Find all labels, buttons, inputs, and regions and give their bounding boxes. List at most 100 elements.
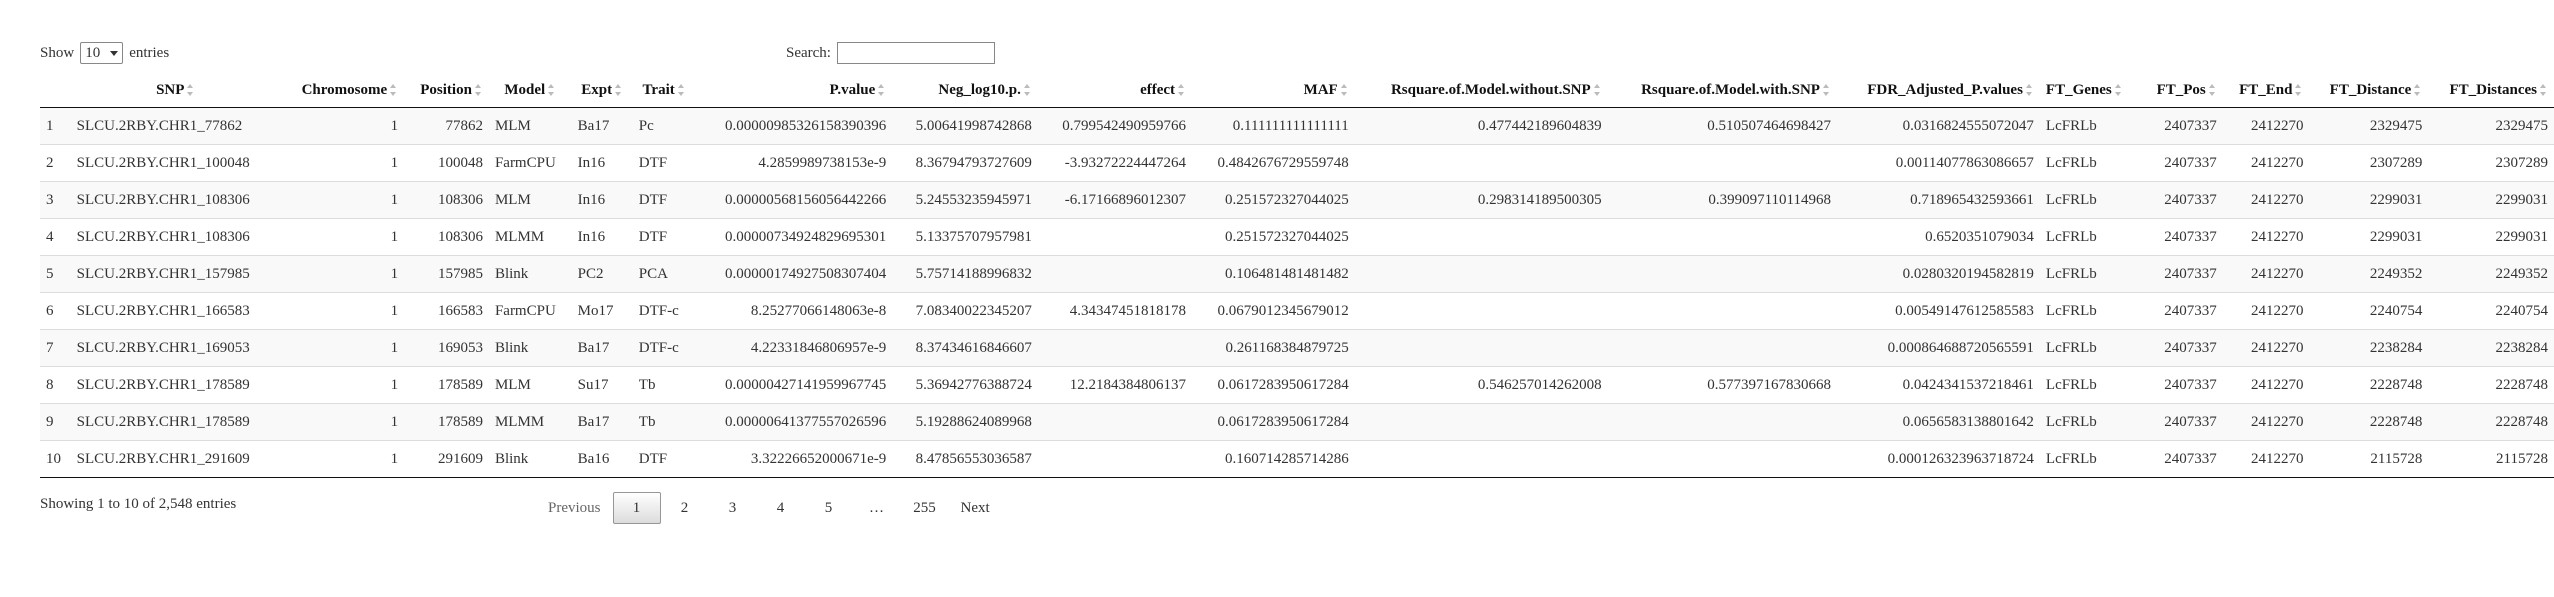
table-cell-fdr-adjusted-p-values: 0.00549147612585583	[1836, 292, 2040, 330]
column-header-effect[interactable]: effect	[1037, 73, 1193, 108]
sort-icon	[1340, 84, 1349, 97]
column-header-label: Trait	[642, 81, 675, 98]
table-cell-ft-pos: 2407337	[2140, 181, 2223, 219]
table-cell-p-value: 0.00000641377557026596	[695, 403, 893, 441]
table-cell-ft-pos: 2407337	[2140, 218, 2223, 256]
table-cell-effect: -3.93272224447264	[1037, 144, 1193, 182]
table-cell-snp: SLCU.2RBY.CHR1_166583	[70, 292, 281, 330]
table-cell-maf: 0.160714285714286	[1192, 440, 1355, 478]
table-body: 1 SLCU.2RBY.CHR1_77862 1 77862 MLM Ba17 Pc 0.00…	[40, 107, 2554, 478]
table-cell-fdr-adjusted-p-values: 0.718965432593661	[1836, 181, 2040, 219]
column-header-ft-distance[interactable]: FT_Distance	[2309, 73, 2429, 108]
table-cell-chromosome: 1	[280, 329, 405, 367]
pagination-ellipsis: …	[869, 500, 884, 516]
pagination: Previous 1 2 3 4 5 … 255 Next	[536, 492, 1002, 524]
column-header-expt[interactable]: Expt	[571, 73, 633, 108]
column-header-label: FT_Pos	[2156, 81, 2206, 98]
table-cell-chromosome: 1	[280, 440, 405, 478]
column-header-fdr-adjusted-p-values[interactable]: FDR_Adjusted_P.values	[1836, 73, 2040, 108]
table-cell-model: Blink	[488, 255, 572, 293]
table-cell-position: 108306	[404, 181, 489, 219]
sort-icon	[474, 84, 483, 97]
table-info: Showing 1 to 10 of 2,548 entries	[40, 496, 237, 512]
column-header-ft-end[interactable]: FT_End	[2222, 73, 2310, 108]
column-header-position[interactable]: Position	[404, 73, 489, 108]
table-cell-ft-pos: 2407337	[2140, 144, 2223, 182]
table-cell-ft-distances: 2228748	[2428, 403, 2554, 441]
table-cell-expt: Ba16	[571, 440, 633, 478]
table-cell-snp: SLCU.2RBY.CHR1_169053	[70, 329, 281, 367]
table-cell-neg-log10-p-: 8.47856553036587	[892, 440, 1038, 478]
table-cell-ft-distance: 2299031	[2309, 181, 2429, 219]
page-button-4[interactable]: 4	[757, 492, 805, 524]
table-cell-neg-log10-p-: 7.08340022345207	[892, 292, 1038, 330]
table-cell-rsquare-of-model-without-snp	[1354, 144, 1608, 182]
column-header-model[interactable]: Model	[488, 73, 572, 108]
table-cell-neg-log10-p-: 5.13375707957981	[892, 218, 1038, 256]
table-cell-model: FarmCPU	[488, 292, 572, 330]
column-header-rsquare-of-model-with-snp[interactable]: Rsquare.of.Model.with.SNP	[1607, 73, 1837, 108]
table-cell-maf: 0.484267672955974​8	[1192, 144, 1355, 182]
page-button-1[interactable]: 1	[612, 492, 661, 524]
table-cell-ft-genes: LcFRLb	[2039, 440, 2141, 478]
table-cell-model: Blink	[488, 440, 572, 478]
column-header-neg-log10-p-[interactable]: Neg_log10.p.	[892, 73, 1038, 108]
table-cell-index: 8	[40, 366, 71, 404]
table-cell-snp: SLCU.2RBY.CHR1_77862	[70, 107, 281, 145]
table-cell-ft-distance: 2299031	[2309, 218, 2429, 256]
table-cell-rsquare-of-model-with-snp	[1607, 440, 1837, 478]
column-header-ft-pos[interactable]: FT_Pos	[2140, 73, 2223, 108]
table-cell-ft-distance: 2240754	[2309, 292, 2429, 330]
table-cell-ft-genes: LcFRLb	[2039, 403, 2141, 441]
table-cell-snp: SLCU.2RBY.CHR1_178589	[70, 366, 281, 404]
table-cell-rsquare-of-model-without-snp: 0.298314189500305	[1354, 181, 1608, 219]
column-header-p-value[interactable]: P.value	[695, 73, 893, 108]
table-cell-model: MLM	[488, 107, 572, 145]
sort-icon	[878, 84, 886, 97]
table-cell-chromosome: 1	[280, 255, 405, 293]
page-button-255[interactable]: 255	[901, 492, 949, 524]
table-cell-rsquare-of-model-without-snp	[1354, 329, 1608, 367]
table-cell-maf: 0.0617283950617284	[1192, 366, 1355, 404]
column-header-snp[interactable]: SNP	[70, 73, 281, 108]
page-button-2[interactable]: 2	[661, 492, 709, 524]
column-header-index[interactable]	[40, 73, 71, 108]
column-header-label: Model	[504, 81, 546, 98]
table-cell-ft-pos: 2407337	[2140, 292, 2223, 330]
table-cell-ft-end: 2412270	[2222, 403, 2310, 441]
entries-select[interactable]: 10	[80, 42, 124, 64]
table-cell-maf: 0.251572327044025	[1192, 218, 1355, 256]
page-button-5[interactable]: 5	[805, 492, 853, 524]
table-cell-rsquare-of-model-without-snp	[1354, 218, 1608, 256]
table-cell-effect	[1037, 329, 1193, 367]
table-cell-ft-pos: 2407337	[2140, 403, 2223, 441]
table-cell-ft-pos: 2407337	[2140, 107, 2223, 145]
sort-icon	[187, 84, 195, 97]
column-header-rsquare-of-model-without-snp[interactable]: Rsquare.of.Model.without.SNP	[1354, 73, 1608, 108]
table-cell-ft-genes: LcFRLb	[2039, 255, 2141, 293]
next-page-button[interactable]: Next	[949, 492, 1002, 524]
table-cell-ft-genes: LcFRLb	[2039, 292, 2141, 330]
column-header-ft-genes[interactable]: FT_Genes	[2039, 73, 2141, 108]
search-input[interactable]	[836, 42, 995, 64]
table-row: 9 SLCU.2RBY.CHR1_178589 1 178589 MLMM Ba17 Tb 0…	[40, 403, 2554, 441]
previous-page-button[interactable]: Previous	[536, 492, 613, 524]
table-footer: Showing 1 to 10 of 2,548 entries Previou…	[40, 492, 2500, 524]
table-cell-index: 7	[40, 329, 71, 367]
table-cell-neg-log10-p-: 5.75714188996832	[892, 255, 1038, 293]
table-cell-effect	[1037, 440, 1193, 478]
sort-icon	[1593, 84, 1602, 97]
column-header-trait[interactable]: Trait	[632, 73, 696, 108]
table-cell-ft-end: 2412270	[2222, 292, 2310, 330]
table-cell-fdr-adjusted-p-values: 0.000126323963718724	[1836, 440, 2040, 478]
table-cell-neg-log10-p-: 5.00641998742868	[892, 107, 1038, 145]
table-cell-p-value: 8.25277066148063e-8	[695, 292, 893, 330]
column-header-ft-distances[interactable]: FT_Distances	[2428, 73, 2554, 108]
sort-icon	[2208, 84, 2217, 97]
column-header-maf[interactable]: MAF	[1192, 73, 1355, 108]
page-button-3[interactable]: 3	[709, 492, 757, 524]
table-cell-trait: Tb	[632, 366, 696, 404]
table-cell-chromosome: 1	[280, 403, 405, 441]
column-header-chromosome[interactable]: Chromosome	[280, 73, 405, 108]
table-cell-rsquare-of-model-without-snp	[1354, 440, 1608, 478]
